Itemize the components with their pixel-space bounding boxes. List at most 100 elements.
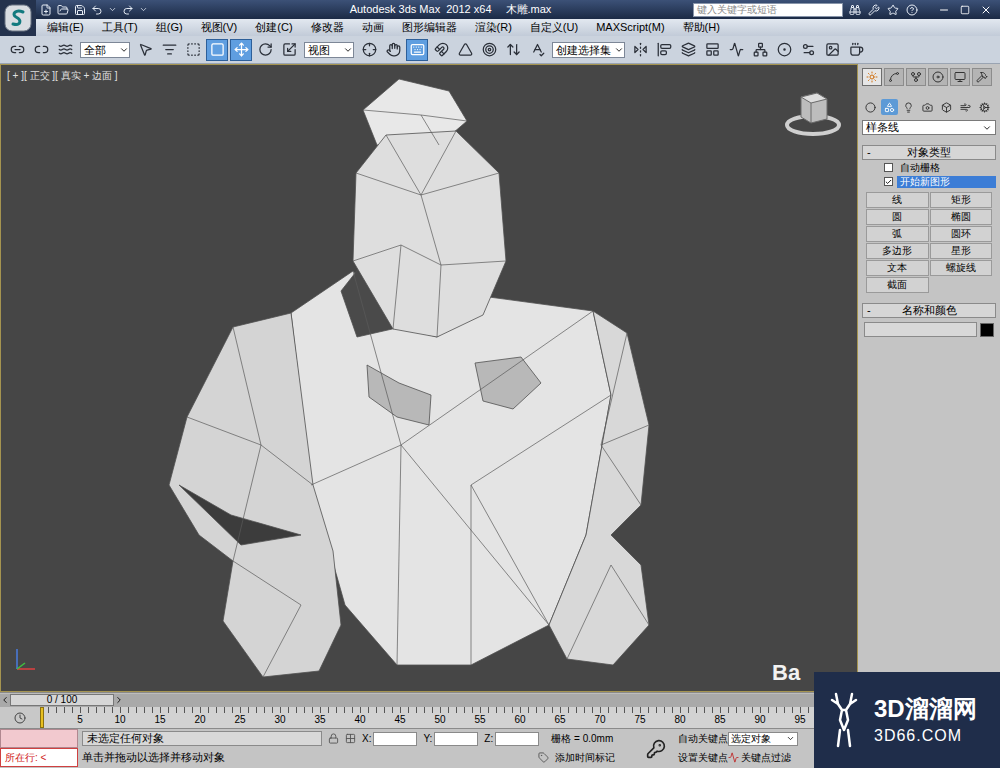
menu-item[interactable]: 编辑(E) bbox=[38, 19, 93, 36]
lock-icon[interactable] bbox=[328, 733, 339, 744]
absolute-mode-icon[interactable] bbox=[345, 733, 356, 744]
coord-input[interactable] bbox=[373, 732, 417, 746]
auto-key-button[interactable]: 自动关键点 bbox=[678, 731, 726, 746]
menu-item[interactable]: 动画 bbox=[353, 19, 393, 36]
redo-icon[interactable] bbox=[122, 4, 134, 16]
tool-button[interactable] bbox=[797, 39, 819, 61]
tool-button[interactable] bbox=[701, 39, 723, 61]
object-button[interactable]: 矩形 bbox=[930, 192, 993, 208]
tool-button[interactable] bbox=[725, 39, 747, 61]
menu-item[interactable]: 修改器 bbox=[302, 19, 353, 36]
object-button[interactable]: 文本 bbox=[866, 260, 929, 276]
tool-button[interactable] bbox=[845, 39, 867, 61]
panel-subtab[interactable] bbox=[919, 99, 936, 115]
panel-tab[interactable] bbox=[928, 68, 948, 86]
tool-button[interactable] bbox=[821, 39, 843, 61]
next-frame-icon[interactable] bbox=[114, 695, 124, 705]
panel-tab[interactable] bbox=[862, 68, 882, 86]
wrench-icon[interactable] bbox=[868, 4, 880, 16]
tool-button[interactable] bbox=[382, 39, 404, 61]
search-field[interactable]: 键入关键字或短语 bbox=[693, 3, 843, 17]
quick-access-menu-icon[interactable] bbox=[139, 5, 148, 14]
key-mode[interactable] bbox=[638, 729, 674, 768]
save-icon[interactable] bbox=[74, 4, 86, 16]
tool-button[interactable] bbox=[358, 39, 380, 61]
tool-button[interactable] bbox=[629, 39, 651, 61]
object-button[interactable]: 弧 bbox=[866, 226, 929, 242]
panel-subtab[interactable] bbox=[900, 99, 917, 115]
color-swatch[interactable] bbox=[980, 323, 994, 337]
toolbar-dropdown[interactable]: 全部 bbox=[80, 42, 130, 58]
object-button[interactable]: 线 bbox=[866, 192, 929, 208]
sculpture-model[interactable] bbox=[1, 65, 858, 692]
tool-button[interactable] bbox=[30, 39, 52, 61]
time-slider-track[interactable]: 0 / 100 bbox=[0, 694, 858, 707]
checkbox[interactable] bbox=[884, 177, 893, 186]
tool-button[interactable] bbox=[406, 39, 428, 61]
app-logo[interactable] bbox=[0, 0, 36, 36]
listener-prompt[interactable]: 所在行: < bbox=[0, 748, 78, 767]
help-icon[interactable] bbox=[906, 4, 918, 16]
menu-item[interactable]: 工具(T) bbox=[93, 19, 147, 36]
name-field[interactable] bbox=[864, 322, 977, 337]
time-slider-thumb[interactable]: 0 / 100 bbox=[10, 694, 114, 706]
tool-button[interactable] bbox=[773, 39, 795, 61]
panel-subtab[interactable] bbox=[957, 99, 974, 115]
menu-item[interactable]: 视图(V) bbox=[192, 19, 247, 36]
category-dropdown[interactable]: 样条线 bbox=[862, 120, 996, 135]
object-button[interactable]: 星形 bbox=[930, 243, 993, 259]
tool-button[interactable] bbox=[454, 39, 476, 61]
object-button[interactable]: 椭圆 bbox=[930, 209, 993, 225]
tool-button[interactable] bbox=[54, 39, 76, 61]
menu-item[interactable]: 自定义(U) bbox=[521, 19, 587, 36]
open-file-icon[interactable] bbox=[57, 4, 69, 16]
menu-item[interactable]: 创建(C) bbox=[246, 19, 301, 36]
tool-button[interactable] bbox=[749, 39, 771, 61]
listener-input[interactable] bbox=[0, 729, 78, 748]
star-icon[interactable] bbox=[887, 4, 899, 16]
new-file-icon[interactable] bbox=[40, 4, 52, 16]
object-button[interactable]: 螺旋线 bbox=[930, 260, 993, 276]
panel-tab[interactable] bbox=[972, 68, 992, 86]
current-frame-marker[interactable] bbox=[40, 707, 44, 728]
checkbox[interactable] bbox=[884, 163, 893, 172]
viewport-label[interactable]: [ + ][ 正交 ][ 真实 + 边面 ] bbox=[7, 68, 118, 83]
panel-tab[interactable] bbox=[884, 68, 904, 86]
time-tag-icon[interactable] bbox=[538, 752, 549, 763]
panel-subtab[interactable] bbox=[881, 99, 898, 115]
toolbar-dropdown[interactable]: 视图 bbox=[304, 42, 354, 58]
object-button[interactable]: 截面 bbox=[866, 277, 929, 293]
tool-button[interactable] bbox=[230, 39, 252, 61]
rollout-toggle[interactable]: - bbox=[867, 302, 887, 319]
tool-button[interactable] bbox=[430, 39, 452, 61]
tool-button[interactable] bbox=[502, 39, 524, 61]
close-icon[interactable] bbox=[980, 4, 992, 16]
tool-button[interactable] bbox=[182, 39, 204, 61]
tool-button[interactable] bbox=[478, 39, 500, 61]
maximize-icon[interactable] bbox=[960, 5, 970, 15]
object-button[interactable]: 圆环 bbox=[930, 226, 993, 242]
menu-item[interactable]: MAXScript(M) bbox=[587, 19, 673, 36]
rollout-header[interactable]: -对象类型 bbox=[862, 145, 996, 160]
object-button[interactable]: 多边形 bbox=[866, 243, 929, 259]
set-key-button[interactable]: 设置关键点 bbox=[678, 750, 726, 765]
coord-input[interactable] bbox=[495, 732, 539, 746]
toolbar-dropdown[interactable]: 创建选择集 bbox=[552, 42, 625, 58]
rollout-header[interactable]: -名称和颜色 bbox=[862, 303, 996, 318]
panel-subtab[interactable] bbox=[862, 99, 879, 115]
panel-tab[interactable] bbox=[906, 68, 926, 86]
panel-tab[interactable] bbox=[950, 68, 970, 86]
tool-button[interactable] bbox=[677, 39, 699, 61]
tool-button[interactable] bbox=[653, 39, 675, 61]
minimize-icon[interactable] bbox=[938, 4, 950, 16]
prev-frame-icon[interactable] bbox=[0, 695, 10, 705]
undo-menu-icon[interactable] bbox=[108, 5, 117, 14]
key-mode-dropdown[interactable]: 选定对象 bbox=[728, 732, 798, 746]
rollout-option[interactable]: 自动栅格 bbox=[862, 161, 996, 174]
panel-subtab[interactable] bbox=[938, 99, 955, 115]
track-bar-menu[interactable] bbox=[0, 707, 40, 728]
panel-subtab[interactable] bbox=[976, 99, 993, 115]
undo-icon[interactable] bbox=[91, 4, 103, 16]
add-time-tag[interactable]: 添加时间标记 bbox=[555, 750, 615, 765]
rollout-option[interactable]: 开始新图形 bbox=[862, 175, 996, 188]
